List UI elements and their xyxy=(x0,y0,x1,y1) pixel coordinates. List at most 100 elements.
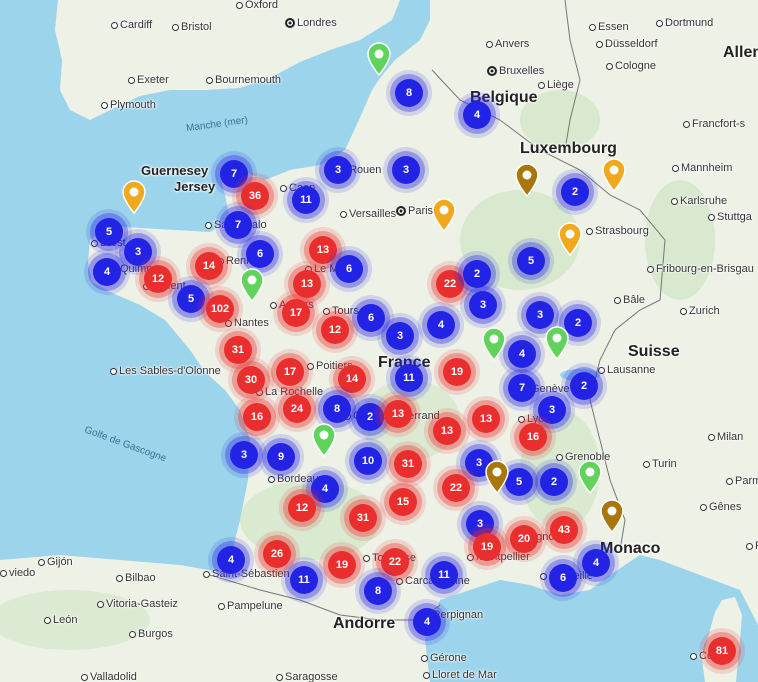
cluster-marker-blue[interactable]: 2 xyxy=(570,372,598,400)
cluster-marker-red[interactable]: 13 xyxy=(384,400,412,428)
cluster-marker-red[interactable]: 19 xyxy=(328,551,356,579)
city-label[interactable]: Lloret de Mar xyxy=(423,670,497,681)
map-pin-gold-icon[interactable] xyxy=(557,222,583,257)
cluster-marker-red[interactable]: 19 xyxy=(443,358,471,386)
map-pin-green-icon[interactable] xyxy=(481,327,507,362)
city-label[interactable]: Zurich xyxy=(680,306,720,317)
cluster-marker-blue[interactable]: 6 xyxy=(246,240,274,268)
city-label[interactable]: viedo xyxy=(0,568,35,579)
city-label[interactable]: Fl xyxy=(746,541,758,552)
city-label[interactable]: Les Sables-d'Olonne xyxy=(110,366,221,377)
city-label[interactable]: Bâle xyxy=(614,295,645,306)
cluster-marker-red[interactable]: 81 xyxy=(708,637,736,665)
map-pin-gold-icon[interactable] xyxy=(601,158,627,193)
country-label[interactable]: Andorre xyxy=(333,616,395,632)
city-label[interactable]: Cologne xyxy=(606,61,656,72)
cluster-marker-red[interactable]: 31 xyxy=(394,450,422,478)
cluster-marker-blue[interactable]: 4 xyxy=(427,311,455,339)
cluster-marker-red[interactable]: 17 xyxy=(276,358,304,386)
city-label[interactable]: Milan xyxy=(708,432,743,443)
cluster-marker-red[interactable]: 12 xyxy=(288,494,316,522)
cluster-marker-red[interactable]: 19 xyxy=(473,533,501,561)
city-label[interactable]: Vitoria-Gasteiz xyxy=(97,599,178,610)
city-label[interactable]: Oxford xyxy=(236,0,278,11)
city-label[interactable]: Essen xyxy=(589,22,629,33)
cluster-marker-red[interactable]: 13 xyxy=(433,417,461,445)
city-label[interactable]: Versailles xyxy=(340,209,396,220)
cluster-marker-blue[interactable]: 4 xyxy=(217,546,245,574)
capital-label[interactable]: Bruxelles xyxy=(487,66,544,77)
map-pin-brown-icon[interactable] xyxy=(599,499,625,534)
cluster-marker-blue[interactable]: 5 xyxy=(517,247,545,275)
cluster-marker-red[interactable]: 22 xyxy=(436,270,464,298)
cluster-marker-blue[interactable]: 11 xyxy=(292,186,320,214)
map-view[interactable]: Manche (mer) Golfe de Gascogne Oxford Cardi… xyxy=(0,0,758,682)
cluster-marker-red[interactable]: 24 xyxy=(283,395,311,423)
cluster-marker-blue[interactable]: 3 xyxy=(392,156,420,184)
cluster-marker-red[interactable]: 30 xyxy=(237,366,265,394)
city-label[interactable]: Stuttga xyxy=(708,212,752,223)
cluster-marker-blue[interactable]: 2 xyxy=(561,178,589,206)
city-label[interactable]: Fribourg-en-Brisgau xyxy=(647,264,754,275)
city-label[interactable]: Mannheim xyxy=(672,163,732,174)
city-label[interactable]: Gérone xyxy=(421,653,467,664)
city-label[interactable]: Pampelune xyxy=(218,601,283,612)
cluster-marker-blue[interactable]: 3 xyxy=(538,396,566,424)
cluster-marker-blue[interactable]: 3 xyxy=(469,291,497,319)
city-label[interactable]: Strasbourg xyxy=(586,226,649,237)
city-label[interactable]: Parme xyxy=(726,476,758,487)
cluster-marker-blue[interactable]: 11 xyxy=(290,566,318,594)
city-label[interactable]: Bristol xyxy=(172,22,212,33)
cluster-marker-blue[interactable]: 4 xyxy=(582,549,610,577)
cluster-marker-blue[interactable]: 8 xyxy=(364,577,392,605)
cluster-marker-blue[interactable]: 3 xyxy=(526,301,554,329)
city-label[interactable]: Anvers xyxy=(486,39,529,50)
city-label[interactable]: Plymouth xyxy=(101,100,156,111)
cluster-marker-blue[interactable]: 6 xyxy=(357,304,385,332)
map-pin-gold-icon[interactable] xyxy=(121,180,147,215)
city-label[interactable]: Saragosse xyxy=(276,672,338,682)
country-label[interactable]: Monaco xyxy=(600,541,660,557)
cluster-marker-blue[interactable]: 7 xyxy=(224,211,252,239)
cluster-marker-blue[interactable]: 8 xyxy=(395,79,423,107)
capital-label[interactable]: Paris xyxy=(396,206,433,217)
country-label[interactable]: Suisse xyxy=(628,344,680,360)
city-label[interactable]: Francfort-s xyxy=(683,119,745,130)
cluster-marker-red[interactable]: 13 xyxy=(472,405,500,433)
cluster-marker-red[interactable]: 36 xyxy=(241,182,269,210)
capital-label[interactable]: Londres xyxy=(285,18,337,29)
cluster-marker-blue[interactable]: 5 xyxy=(177,285,205,313)
map-pin-brown-icon[interactable] xyxy=(514,163,540,198)
cluster-marker-blue[interactable]: 4 xyxy=(93,258,121,286)
cluster-marker-blue[interactable]: 3 xyxy=(230,441,258,469)
cluster-marker-red[interactable]: 16 xyxy=(519,423,547,451)
cluster-marker-red[interactable]: 13 xyxy=(309,236,337,264)
cluster-marker-red[interactable]: 12 xyxy=(144,265,172,293)
cluster-marker-blue[interactable]: 11 xyxy=(430,561,458,589)
city-label[interactable]: Bilbao xyxy=(116,573,156,584)
island-label[interactable]: Guernesey xyxy=(141,164,208,177)
cluster-marker-red[interactable]: 15 xyxy=(389,488,417,516)
cluster-marker-blue[interactable]: 10 xyxy=(354,447,382,475)
city-label[interactable]: Burgos xyxy=(129,629,173,640)
cluster-marker-red[interactable]: 14 xyxy=(338,365,366,393)
cluster-marker-blue[interactable]: 8 xyxy=(323,395,351,423)
city-label[interactable]: Liège xyxy=(538,80,574,91)
city-label[interactable]: Saint-Sébastien xyxy=(203,569,290,580)
cluster-marker-blue[interactable]: 4 xyxy=(508,340,536,368)
cluster-marker-blue[interactable]: 4 xyxy=(463,101,491,129)
cluster-marker-blue[interactable]: 5 xyxy=(95,218,123,246)
city-label[interactable]: Cardiff xyxy=(111,20,152,31)
cluster-marker-blue[interactable]: 7 xyxy=(220,160,248,188)
cluster-marker-blue[interactable]: 2 xyxy=(540,468,568,496)
cluster-marker-blue[interactable]: 6 xyxy=(335,255,363,283)
city-label[interactable]: Tours xyxy=(323,306,359,317)
cluster-marker-red[interactable]: 102 xyxy=(206,295,234,323)
cluster-marker-red[interactable]: 26 xyxy=(263,540,291,568)
city-label[interactable]: León xyxy=(44,615,77,626)
map-pin-green-icon[interactable] xyxy=(577,460,603,495)
city-label[interactable]: Lausanne xyxy=(598,365,655,376)
island-label[interactable]: Jersey xyxy=(174,180,215,193)
city-label[interactable]: Karlsruhe xyxy=(671,196,727,207)
cluster-marker-red[interactable]: 22 xyxy=(381,548,409,576)
